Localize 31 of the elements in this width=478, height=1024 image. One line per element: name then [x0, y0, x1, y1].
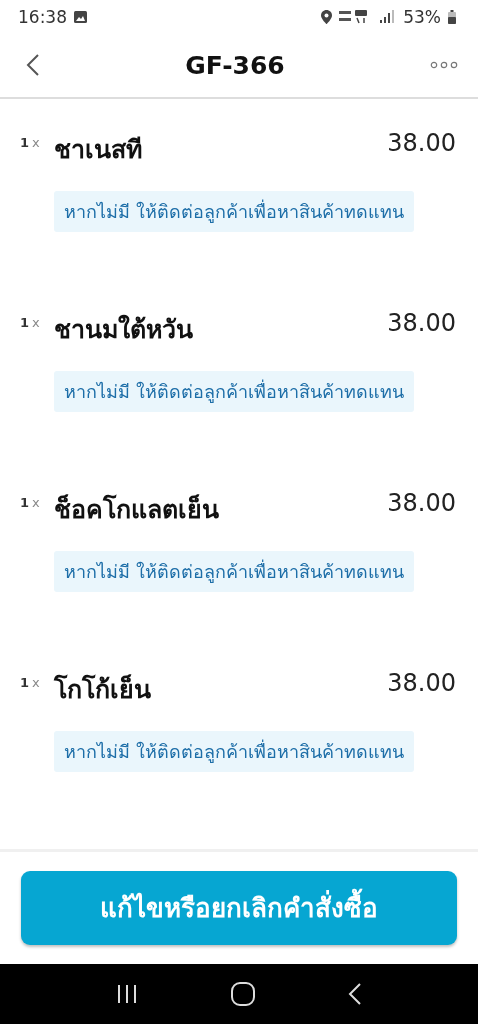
item-name: ชานมใต้หวัน — [54, 313, 194, 346]
status-time: 16:38 — [18, 6, 67, 27]
quantity-multiplier: x — [32, 494, 40, 510]
edit-cancel-order-button[interactable]: แก้ไขหรือยกเลิกคำสั่งซื้อ — [21, 870, 457, 945]
recent-apps-icon[interactable] — [116, 984, 139, 1004]
item-note: หากไม่มี ให้ติดต่อลูกค้าเพื่อหาสินค้าทดแทน — [54, 550, 414, 592]
quantity-multiplier: x — [32, 134, 40, 150]
item-name: ชาเนสที — [54, 133, 143, 166]
item-note: หากไม่มี ให้ติดต่อลูกค้าเพื่อหาสินค้าทดแทน — [54, 730, 414, 772]
item-name: โกโก้เย็น — [54, 673, 152, 706]
image-icon — [74, 10, 87, 23]
item-quantity: 1 — [20, 494, 30, 510]
item-quantity: 1 — [20, 674, 30, 690]
item-price: 38.00 — [387, 308, 456, 337]
item-price: 38.00 — [387, 128, 456, 157]
item-name: ช็อคโกแลตเย็น — [54, 493, 220, 526]
signal-icon — [380, 10, 395, 24]
quantity-multiplier: x — [32, 674, 40, 690]
home-icon[interactable] — [231, 982, 255, 1006]
item-quantity: 1 — [20, 314, 30, 330]
location-icon — [321, 9, 333, 24]
item-price: 38.00 — [387, 668, 456, 697]
item-note: หากไม่มี ให้ติดต่อลูกค้าเพื่อหาสินค้าทดแทน — [54, 190, 414, 232]
quantity-multiplier: x — [32, 314, 40, 330]
item-quantity: 1 — [20, 134, 30, 150]
battery-icon — [448, 9, 456, 24]
item-note: หากไม่มี ให้ติดต่อลูกค้าเพื่อหาสินค้าทดแทน — [54, 370, 414, 412]
item-price: 38.00 — [387, 488, 456, 517]
battery-percent: 53% — [403, 6, 441, 27]
back-icon[interactable] — [347, 983, 362, 1005]
order-title: GF-366 — [185, 50, 285, 80]
